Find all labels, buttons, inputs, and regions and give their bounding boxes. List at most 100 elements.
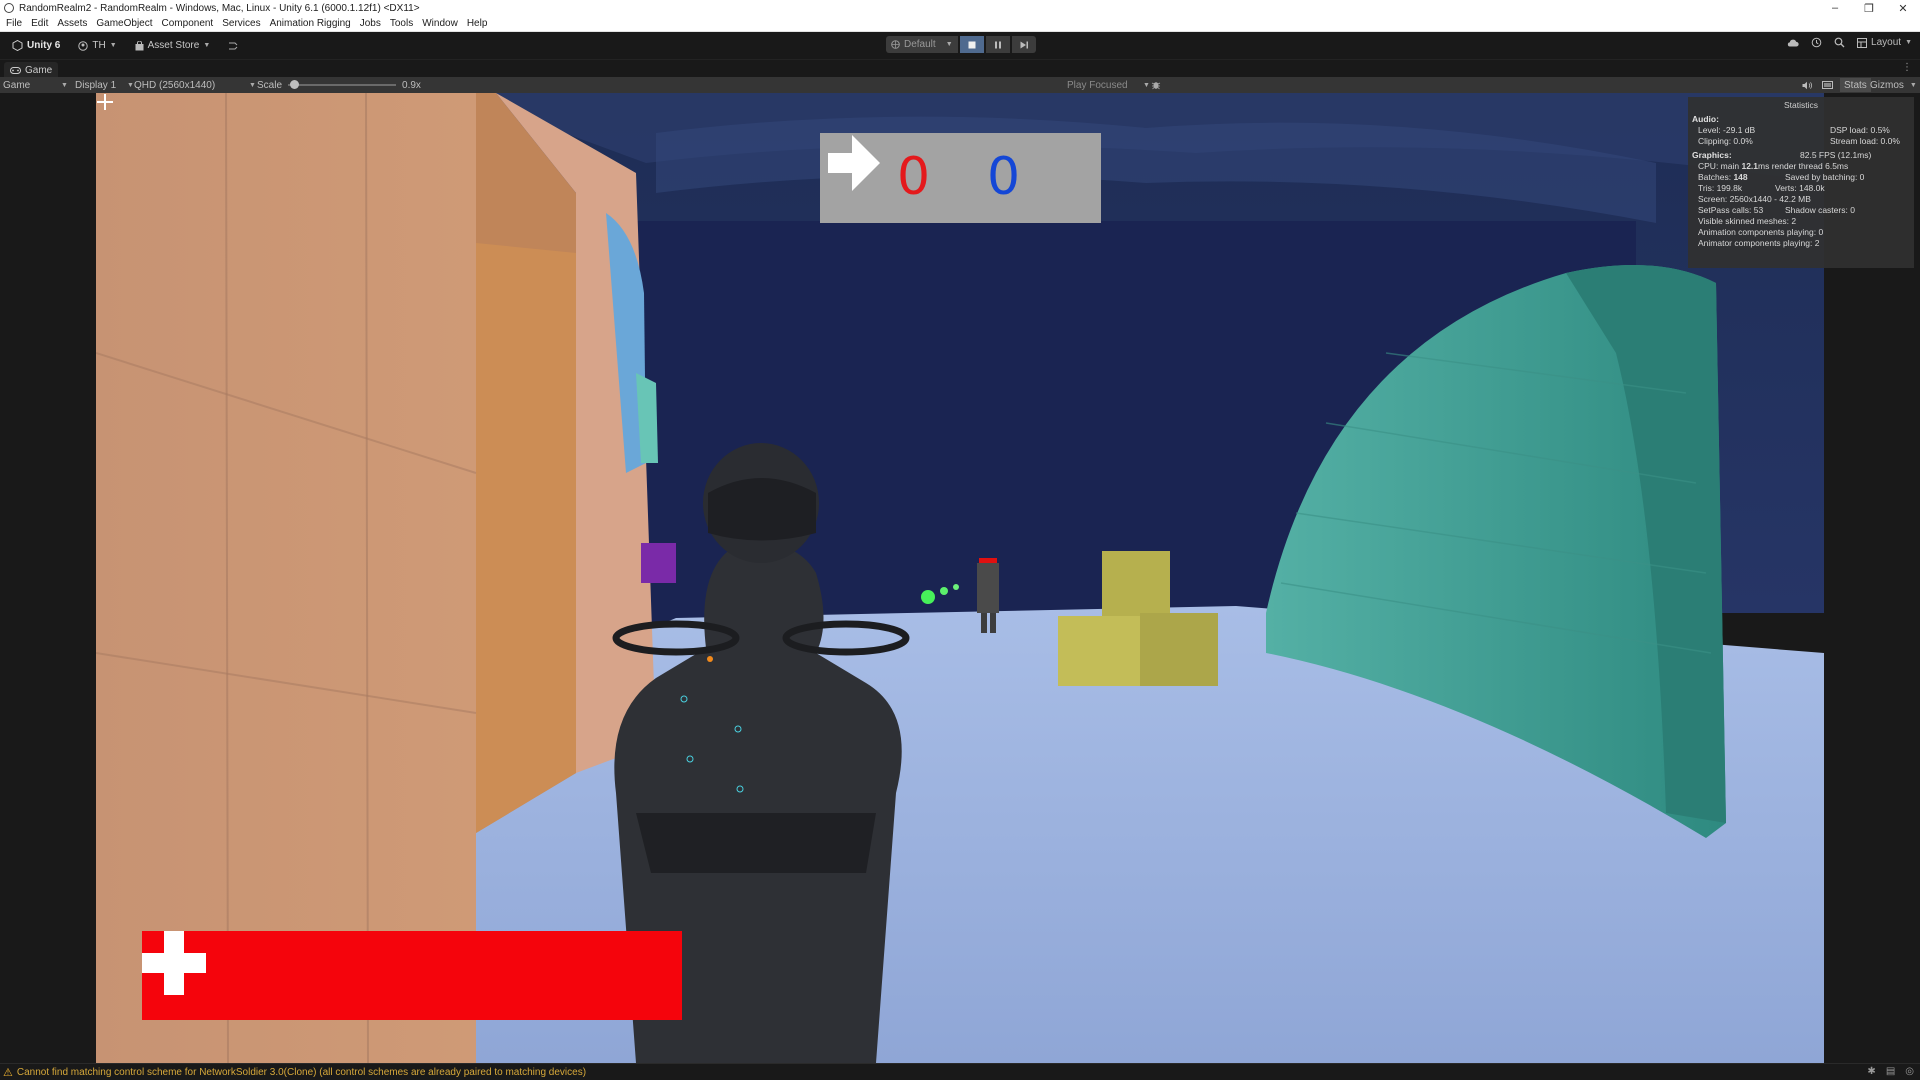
setpass-calls: SetPass calls: 53 [1698,205,1764,215]
menu-jobs[interactable]: Jobs [360,18,381,29]
fps-readout: 82.5 FPS (12.1ms) [1800,150,1872,160]
monitor-icon [1822,80,1833,89]
menu-window[interactable]: Window [422,18,458,29]
team-scoreboard: 0 0 [820,133,1101,223]
status-message: Cannot find matching control scheme for … [16,1066,587,1078]
chevron-down-icon: ▼ [945,41,953,48]
chevron-down-icon: ▼ [1905,39,1912,46]
play-focused-label: Play Focused [1067,79,1128,91]
build-profile-label: Default [904,39,936,50]
search-icon[interactable] [1834,37,1845,48]
audio-row-clipping: Clipping: 0.0% Stream load: 0.0% [1692,136,1910,147]
chevron-down-icon: ▼ [109,42,117,49]
graphics-header-row: Graphics: 82.5 FPS (12.1ms) [1692,150,1910,161]
progress-icon[interactable]: ▤ [1886,1066,1895,1077]
menu-services[interactable]: Services [222,18,260,29]
cloud-icon[interactable] [1787,38,1799,47]
cpu-line: CPU: main 12.1ms render thread 6.5ms [1692,161,1910,172]
menu-file[interactable]: File [6,18,22,29]
layout-dropdown[interactable]: Layout ▼ [1857,37,1912,48]
globe-icon [891,40,900,49]
display-label: Display 1 [75,79,117,91]
unity-account-button[interactable]: Unity 6 [6,37,66,55]
shadow-casters: Shadow casters: 0 [1785,205,1855,215]
account-dropdown[interactable]: TH ▼ [72,37,122,55]
red-team-score: 0 [897,147,931,207]
tris-count: Tris: 199.8k [1698,183,1743,193]
crosshair-icon [97,94,113,110]
scale-value: 0.9x [402,79,421,91]
layout-grid-icon [1857,37,1868,48]
panel-tab-strip: Game ⋮ [0,59,1920,78]
scale-slider[interactable] [288,80,397,89]
verts-count: Verts: 148.0k [1775,183,1825,193]
stats-toggle[interactable]: Stats [1840,78,1871,92]
menu-animation-rigging[interactable]: Animation Rigging [270,18,351,29]
play-stop-button[interactable] [960,36,984,53]
audio-clipping: Clipping: 0.0% [1698,136,1753,146]
scale-slider-handle[interactable] [290,80,300,89]
resolution-dropdown[interactable]: QHD (2560x1440) ▼ [134,78,256,92]
gizmos-label: Gizmos [1870,79,1904,91]
pause-icon [995,41,1001,48]
asset-store-label: Asset Store [147,40,200,51]
unity-version-label: Unity 6 [27,40,61,51]
frame-debugger-button[interactable] [1151,78,1161,92]
step-button[interactable] [1012,36,1036,53]
statistics-panel: Statistics Audio: Level: -29.1 dB DSP lo… [1688,97,1914,268]
tab-game[interactable]: Game [4,62,59,78]
mute-audio-button[interactable] [1802,78,1813,92]
menu-component[interactable]: Component [162,18,214,29]
batches-value: 148 [1733,172,1748,182]
unity-cube-icon [12,40,23,51]
window-title: RandomRealm2 - RandomRealm - Windows, Ma… [19,2,420,14]
chevron-down-icon: ▼ [249,81,256,89]
statistics-title: Statistics [1783,100,1818,110]
main-toolbar: Unity 6 TH ▼ Asset Store ▼ Default ▼ Lay… [0,32,1920,59]
console-status-bar[interactable]: ⚠ Cannot find matching control scheme fo… [0,1063,1920,1080]
cpu-prefix: CPU: main [1698,161,1740,171]
menu-edit[interactable]: Edit [31,18,48,29]
audio-header: Audio: [1692,114,1719,124]
asset-store-button[interactable]: Asset Store ▼ [129,37,217,55]
game-scene [96,93,1824,1063]
history-icon[interactable] [1811,37,1822,48]
close-button[interactable]: ✕ [1886,0,1920,16]
menu-help[interactable]: Help [467,18,488,29]
chevron-down-icon: ▼ [203,42,211,49]
build-profile-dropdown[interactable]: Default ▼ [886,36,958,53]
audio-row-level: Level: -29.1 dB DSP load: 0.5% [1692,125,1910,136]
stats-toggle-label: Stats [1844,79,1867,91]
speaker-icon [1802,81,1813,89]
lightbulb-icon[interactable]: ✱ [1867,1066,1875,1077]
display-dropdown[interactable]: Display 1 ▼ [75,78,134,92]
play-controls: Default ▼ [886,36,1036,53]
scale-label: Scale [257,79,283,91]
more-options-icon[interactable]: ⋮ [1902,62,1912,73]
cpu-main-value: 12.1 [1741,161,1759,171]
gizmos-dropdown[interactable]: Gizmos ▼ [1870,78,1917,92]
version-control-button[interactable] [222,37,245,55]
game-viewport[interactable]: 0 0 [96,93,1824,1063]
menu-bar: File Edit Assets GameObject Component Se… [0,16,1920,32]
tris-row: Tris: 199.8k Verts: 148.0k [1692,183,1910,194]
minimize-button[interactable]: – [1818,0,1852,16]
batches-prefix: Batches: [1698,172,1732,182]
screen-toggle-button[interactable] [1822,78,1833,92]
menu-assets[interactable]: Assets [57,18,87,29]
step-forward-icon [1020,41,1028,48]
dsp-load: DSP load: 0.5% [1830,125,1890,135]
game-mode-dropdown[interactable]: Game ▼ [3,78,68,92]
visible-skinned-meshes: Visible skinned meshes: 2 [1698,216,1797,226]
restore-button[interactable]: ❐ [1852,0,1886,16]
medical-cross-icon [142,931,206,995]
menu-tools[interactable]: Tools [390,18,413,29]
audio-level: Level: -29.1 dB [1698,125,1756,135]
play-focused-dropdown[interactable]: Play Focused ▼ [1067,78,1150,92]
scale-control: Scale 0.9x [257,78,421,92]
resolution-label: QHD (2560x1440) [134,79,216,91]
pause-button[interactable] [986,36,1010,53]
settings-icon[interactable]: ◎ [1905,1066,1914,1077]
branch-icon [229,42,238,49]
menu-gameobject[interactable]: GameObject [96,18,152,29]
